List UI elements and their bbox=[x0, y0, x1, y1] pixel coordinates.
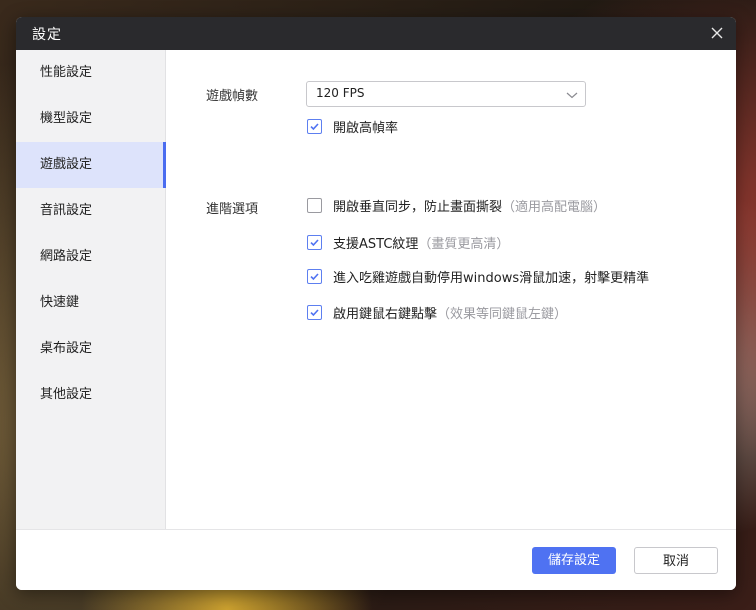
game-settings-panel: 遊戲幀數 120 FPS 開啟高幀率 進階選項 開啟垂直同步，防止畫面撕裂 （適… bbox=[166, 50, 736, 529]
save-button[interactable]: 儲存設定 bbox=[532, 547, 616, 574]
checkmark-icon bbox=[310, 272, 319, 280]
vsync-label: 開啟垂直同步，防止畫面撕裂 bbox=[333, 199, 503, 215]
fps-label: 遊戲幀數 bbox=[206, 89, 259, 104]
right-click-label: 啟用鍵鼠右鍵點擊 bbox=[333, 306, 438, 322]
vsync-checkbox[interactable] bbox=[307, 197, 322, 213]
high-fps-label: 開啟高幀率 bbox=[333, 120, 399, 136]
sidebar-item-label: 網路設定 bbox=[40, 249, 93, 264]
checkmark-icon bbox=[310, 238, 319, 246]
sidebar-item-other[interactable]: 其他設定 bbox=[16, 372, 165, 418]
sidebar-item-network[interactable]: 網路設定 bbox=[16, 234, 165, 280]
sidebar-item-label: 機型設定 bbox=[40, 111, 93, 126]
astc-hint: （畫質更高清） bbox=[418, 236, 510, 252]
chevron-down-icon bbox=[565, 87, 579, 101]
mouse-accel-option[interactable]: 進入吃雞遊戲自動停用windows滑鼠加速，射擊更精準 bbox=[307, 267, 650, 286]
right-click-hint: （效果等同鍵鼠左鍵） bbox=[437, 306, 568, 322]
astc-checkbox[interactable] bbox=[307, 234, 322, 250]
advanced-options-label: 進階選項 bbox=[206, 202, 259, 217]
high-fps-checkbox[interactable] bbox=[307, 118, 322, 134]
right-click-checkbox[interactable] bbox=[307, 304, 322, 320]
high-fps-option[interactable]: 開啟高幀率 bbox=[307, 117, 399, 136]
checkmark-icon bbox=[310, 122, 319, 130]
astc-label: 支援ASTC紋理 bbox=[333, 236, 419, 252]
sidebar-item-shortcuts[interactable]: 快速鍵 bbox=[16, 280, 165, 326]
mouse-accel-checkbox[interactable] bbox=[307, 268, 322, 284]
sidebar-item-label: 其他設定 bbox=[40, 387, 93, 402]
vsync-option[interactable]: 開啟垂直同步，防止畫面撕裂 （適用高配電腦） bbox=[307, 196, 607, 215]
fps-select-value: 120 FPS bbox=[316, 86, 365, 100]
astc-option[interactable]: 支援ASTC紋理 （畫質更高清） bbox=[307, 233, 510, 252]
cancel-button[interactable]: 取消 bbox=[634, 547, 718, 574]
sidebar-item-audio[interactable]: 音訊設定 bbox=[16, 188, 165, 234]
checkmark-icon bbox=[310, 308, 319, 316]
vsync-hint: （適用高配電腦） bbox=[502, 199, 607, 215]
right-click-option[interactable]: 啟用鍵鼠右鍵點擊 （效果等同鍵鼠左鍵） bbox=[307, 303, 568, 322]
sidebar-item-label: 桌布設定 bbox=[40, 341, 93, 356]
dialog-title: 設定 bbox=[32, 27, 62, 43]
sidebar-item-label: 音訊設定 bbox=[40, 203, 93, 218]
dialog-footer: 儲存設定 取消 bbox=[16, 529, 736, 590]
sidebar-item-label: 遊戲設定 bbox=[40, 157, 93, 172]
sidebar-item-device-model[interactable]: 機型設定 bbox=[16, 96, 165, 142]
fps-select[interactable]: 120 FPS bbox=[306, 81, 586, 107]
sidebar-item-label: 性能設定 bbox=[40, 65, 93, 80]
mouse-accel-label: 進入吃雞遊戲自動停用windows滑鼠加速，射擊更精準 bbox=[333, 270, 650, 286]
sidebar-item-game[interactable]: 遊戲設定 bbox=[16, 142, 166, 188]
settings-sidebar: 性能設定 機型設定 遊戲設定 音訊設定 網路設定 快速鍵 桌布設定 其他設定 bbox=[16, 50, 166, 529]
settings-dialog: 設定 性能設定 機型設定 遊戲設定 音訊設定 網路設定 快速鍵 桌布設定 其他設… bbox=[16, 17, 736, 590]
sidebar-item-wallpaper[interactable]: 桌布設定 bbox=[16, 326, 165, 372]
sidebar-item-performance[interactable]: 性能設定 bbox=[16, 50, 165, 96]
sidebar-item-label: 快速鍵 bbox=[40, 295, 80, 310]
close-icon[interactable] bbox=[706, 22, 728, 44]
dialog-titlebar: 設定 bbox=[16, 17, 736, 50]
